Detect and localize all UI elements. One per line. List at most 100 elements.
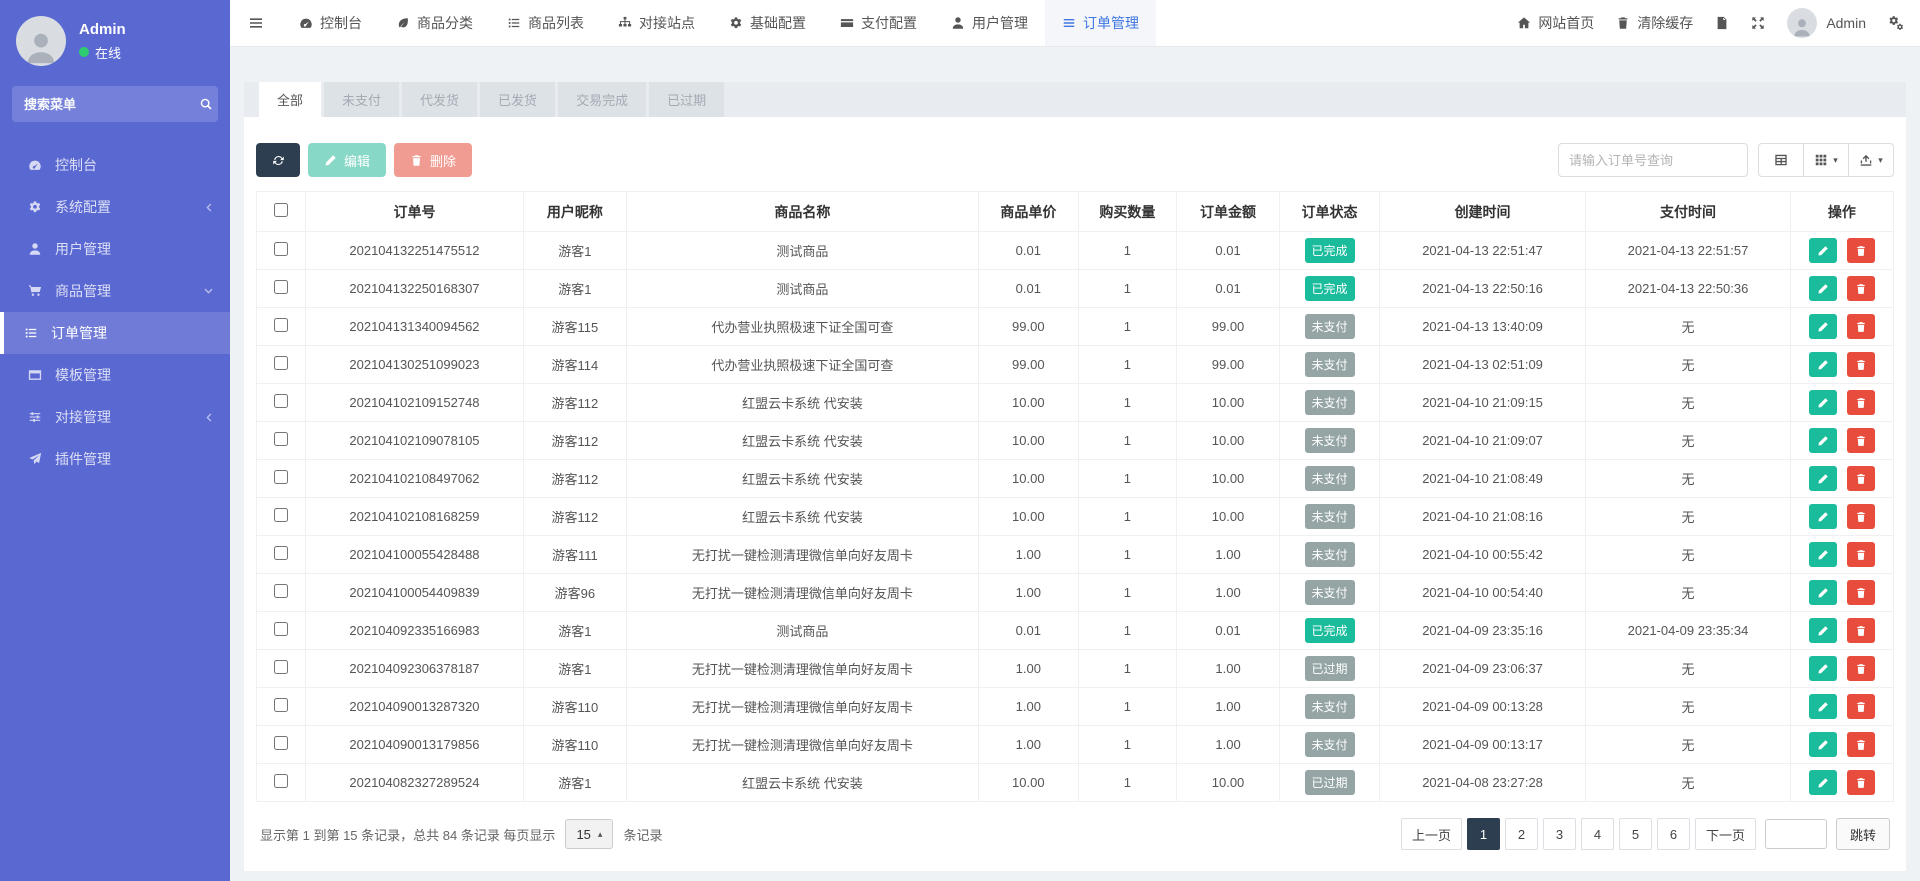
page-size-select[interactable]: 15 ▴ — [565, 819, 613, 849]
page-button-2[interactable]: 2 — [1505, 818, 1538, 850]
sidebar-toggle[interactable] — [230, 0, 282, 46]
edit-button[interactable]: 编辑 — [308, 143, 386, 177]
pagination-next[interactable]: 下一页 — [1695, 818, 1756, 850]
nickname-cell: 游客110 — [523, 726, 626, 764]
page-button-4[interactable]: 4 — [1581, 818, 1614, 850]
log-button[interactable] — [1715, 16, 1729, 30]
sidebar-search-input[interactable] — [24, 97, 199, 112]
columns-button[interactable]: ▾ — [1803, 143, 1849, 177]
row-delete-button[interactable] — [1847, 276, 1875, 301]
tab-4[interactable]: 已发货 — [480, 82, 555, 117]
topnav-item-1[interactable]: 控制台 — [282, 0, 379, 46]
row-edit-button[interactable] — [1809, 580, 1837, 605]
row-delete-button[interactable] — [1847, 770, 1875, 795]
select-all-checkbox[interactable] — [274, 203, 288, 217]
row-edit-button[interactable] — [1809, 238, 1837, 263]
tab-3[interactable]: 代发货 — [402, 82, 477, 117]
row-edit-button[interactable] — [1809, 732, 1837, 757]
row-checkbox[interactable] — [274, 546, 288, 560]
sidebar-item-6[interactable]: 模板管理 — [0, 354, 230, 396]
topnav-item-6[interactable]: 支付配置 — [823, 0, 934, 46]
row-delete-button[interactable] — [1847, 542, 1875, 567]
order-search-input[interactable] — [1558, 143, 1748, 177]
row-checkbox[interactable] — [274, 242, 288, 256]
row-checkbox[interactable] — [274, 394, 288, 408]
jump-page-input[interactable] — [1765, 819, 1827, 849]
row-edit-button[interactable] — [1809, 428, 1837, 453]
row-edit-button[interactable] — [1809, 694, 1837, 719]
row-edit-button[interactable] — [1809, 770, 1837, 795]
page-button-1[interactable]: 1 — [1467, 818, 1500, 850]
topnav-item-4[interactable]: 对接站点 — [601, 0, 712, 46]
row-delete-button[interactable] — [1847, 466, 1875, 491]
sidebar-item-2[interactable]: 系统配置 — [0, 186, 230, 228]
row-edit-button[interactable] — [1809, 542, 1837, 567]
row-delete-button[interactable] — [1847, 618, 1875, 643]
fullscreen-button[interactable] — [1751, 16, 1765, 30]
clear-cache-label: 清除缓存 — [1637, 13, 1693, 33]
row-edit-button[interactable] — [1809, 390, 1837, 415]
row-edit-button[interactable] — [1809, 314, 1837, 339]
row-delete-button[interactable] — [1847, 504, 1875, 529]
row-checkbox[interactable] — [274, 318, 288, 332]
delete-button[interactable]: 删除 — [394, 143, 472, 177]
topnav-item-3[interactable]: 商品列表 — [490, 0, 601, 46]
row-delete-button[interactable] — [1847, 314, 1875, 339]
quantity-cell: 1 — [1078, 650, 1176, 688]
row-checkbox[interactable] — [274, 774, 288, 788]
row-checkbox[interactable] — [274, 736, 288, 750]
page-button-5[interactable]: 5 — [1619, 818, 1652, 850]
sidebar-item-8[interactable]: 插件管理 — [0, 438, 230, 480]
refresh-button[interactable] — [256, 143, 300, 177]
row-edit-button[interactable] — [1809, 504, 1837, 529]
status-badge: 未支付 — [1305, 504, 1355, 529]
row-delete-button[interactable] — [1847, 656, 1875, 681]
row-delete-button[interactable] — [1847, 352, 1875, 377]
sidebar-item-3[interactable]: 用户管理 — [0, 228, 230, 270]
tab-1[interactable]: 全部 — [259, 82, 321, 117]
sidebar-item-4[interactable]: 商品管理 — [0, 270, 230, 312]
row-checkbox[interactable] — [274, 622, 288, 636]
row-checkbox[interactable] — [274, 470, 288, 484]
row-checkbox[interactable] — [274, 280, 288, 294]
pagination-prev[interactable]: 上一页 — [1401, 818, 1462, 850]
site-home-link[interactable]: 网站首页 — [1517, 13, 1594, 33]
jump-button[interactable]: 跳转 — [1836, 818, 1890, 850]
search-icon[interactable] — [199, 97, 213, 111]
settings-cogs-button[interactable] — [1888, 15, 1904, 31]
row-checkbox[interactable] — [274, 660, 288, 674]
topnav-item-8[interactable]: 订单管理 — [1045, 0, 1156, 46]
row-checkbox[interactable] — [274, 698, 288, 712]
row-checkbox[interactable] — [274, 508, 288, 522]
tab-2[interactable]: 未支付 — [324, 82, 399, 117]
tab-6[interactable]: 已过期 — [649, 82, 724, 117]
row-checkbox[interactable] — [274, 584, 288, 598]
row-edit-button[interactable] — [1809, 618, 1837, 643]
row-delete-button[interactable] — [1847, 428, 1875, 453]
row-checkbox[interactable] — [274, 432, 288, 446]
sidebar-item-7[interactable]: 对接管理 — [0, 396, 230, 438]
export-button[interactable]: ▾ — [1848, 143, 1894, 177]
chevron-icon — [202, 411, 214, 423]
row-delete-button[interactable] — [1847, 580, 1875, 605]
row-edit-button[interactable] — [1809, 656, 1837, 681]
clear-cache-link[interactable]: 清除缓存 — [1616, 13, 1693, 33]
topnav-item-2[interactable]: 商品分类 — [379, 0, 490, 46]
row-delete-button[interactable] — [1847, 390, 1875, 415]
sidebar-item-5[interactable]: 订单管理 — [0, 312, 230, 354]
row-delete-button[interactable] — [1847, 694, 1875, 719]
row-edit-button[interactable] — [1809, 352, 1837, 377]
row-edit-button[interactable] — [1809, 466, 1837, 491]
row-delete-button[interactable] — [1847, 732, 1875, 757]
page-button-3[interactable]: 3 — [1543, 818, 1576, 850]
row-checkbox[interactable] — [274, 356, 288, 370]
sidebar-item-1[interactable]: 控制台 — [0, 144, 230, 186]
topnav-item-7[interactable]: 用户管理 — [934, 0, 1045, 46]
topbar-user-menu[interactable]: Admin — [1787, 8, 1866, 38]
page-button-6[interactable]: 6 — [1657, 818, 1690, 850]
detail-view-button[interactable] — [1758, 143, 1804, 177]
topnav-item-5[interactable]: 基础配置 — [712, 0, 823, 46]
tab-5[interactable]: 交易完成 — [558, 82, 646, 117]
row-edit-button[interactable] — [1809, 276, 1837, 301]
row-delete-button[interactable] — [1847, 238, 1875, 263]
